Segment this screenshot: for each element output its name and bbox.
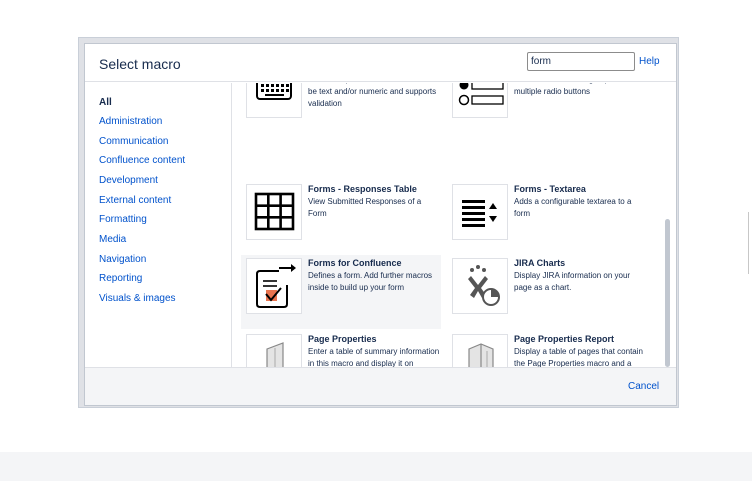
macro-tile-jira-charts[interactable]: JIRA Charts Display JIRA information on … [447, 255, 647, 329]
help-link[interactable]: Help [639, 56, 660, 67]
keyboard-icon [256, 83, 292, 100]
macro-description: View Submitted Responses of a Form [308, 197, 422, 218]
macro-tile-text-field[interactable]: Adds an input field to the form. Can be … [241, 83, 441, 133]
textarea-icon [462, 200, 497, 227]
macro-tile-forms-responses-table[interactable]: Forms - Responses Table View Submitted R… [241, 181, 441, 255]
macro-search-input[interactable] [527, 52, 635, 71]
category-media[interactable]: Media [99, 234, 126, 245]
category-communication[interactable]: Communication [99, 136, 168, 147]
macro-name: Page Properties Report [514, 334, 615, 344]
macro-thumbnail [246, 334, 302, 367]
category-formatting[interactable]: Formatting [99, 214, 147, 225]
select-macro-dialog: Select macro Help All Administration Com… [84, 43, 677, 406]
macro-tile-forms-textarea[interactable]: Forms - Textarea Adds a configurable tex… [447, 181, 647, 255]
page-properties-icon [266, 342, 284, 367]
macro-thumbnail [452, 258, 508, 314]
cancel-button[interactable]: Cancel [628, 381, 659, 392]
macro-thumbnail [452, 184, 508, 240]
macro-description: Adds a Radio button group with multiple … [514, 83, 626, 96]
macro-description: Display a table of pages that contain th… [514, 347, 643, 367]
macro-name: JIRA Charts [514, 258, 566, 268]
macro-tile-radio-group[interactable]: Adds a Radio button group with multiple … [447, 83, 647, 133]
macro-thumbnail [246, 258, 302, 314]
dialog-footer: Cancel [85, 367, 676, 405]
category-reporting[interactable]: Reporting [99, 273, 142, 284]
category-sidebar: All Administration Communication Conflue… [85, 83, 232, 367]
radio-group-icon [458, 83, 504, 106]
macro-tile-page-properties[interactable]: Page Properties Enter a table of summary… [241, 331, 441, 367]
macro-name: Forms - Responses Table [308, 184, 417, 194]
dialog-title: Select macro [99, 56, 181, 72]
macro-description: Enter a table of summary information in … [308, 347, 440, 367]
macro-tile-page-properties-report[interactable]: Page Properties Report Display a table o… [447, 331, 647, 367]
table-grid-icon [254, 192, 295, 231]
macro-name: Page Properties [308, 334, 377, 344]
macro-name: Forms for Confluence [308, 258, 402, 268]
background-edge [748, 212, 752, 274]
page-footer-strip [0, 452, 752, 481]
category-navigation[interactable]: Navigation [99, 254, 146, 265]
macro-description: Adds an input field to the form. Can be … [308, 83, 437, 108]
category-all[interactable]: All [99, 97, 112, 108]
category-confluence-content[interactable]: Confluence content [99, 155, 185, 166]
macro-description: Display JIRA information on your page as… [514, 271, 631, 292]
form-checklist-icon [256, 264, 296, 308]
page-properties-report-icon [468, 343, 494, 367]
category-external-content[interactable]: External content [99, 195, 171, 206]
category-administration[interactable]: Administration [99, 116, 162, 127]
macro-description: Defines a form. Add further macros insid… [308, 271, 433, 292]
jira-chart-icon [468, 265, 500, 306]
macro-thumbnail [452, 83, 508, 118]
macro-thumbnail [452, 334, 508, 367]
scrollbar-thumb[interactable] [665, 219, 670, 367]
macro-grid-scrollbar[interactable] [663, 84, 673, 367]
macro-thumbnail [246, 184, 302, 240]
macro-tile-forms-for-confluence[interactable]: Forms for Confluence Defines a form. Add… [241, 255, 441, 329]
macro-thumbnail [246, 83, 302, 118]
category-development[interactable]: Development [99, 175, 158, 186]
dialog-header: Select macro Help [85, 44, 676, 82]
macro-grid: Adds an input field to the form. Can be … [233, 83, 676, 367]
category-visuals-images[interactable]: Visuals & images [99, 293, 176, 304]
macro-description: Adds a configurable textarea to a form [514, 197, 632, 218]
macro-name: Forms - Textarea [514, 184, 586, 194]
